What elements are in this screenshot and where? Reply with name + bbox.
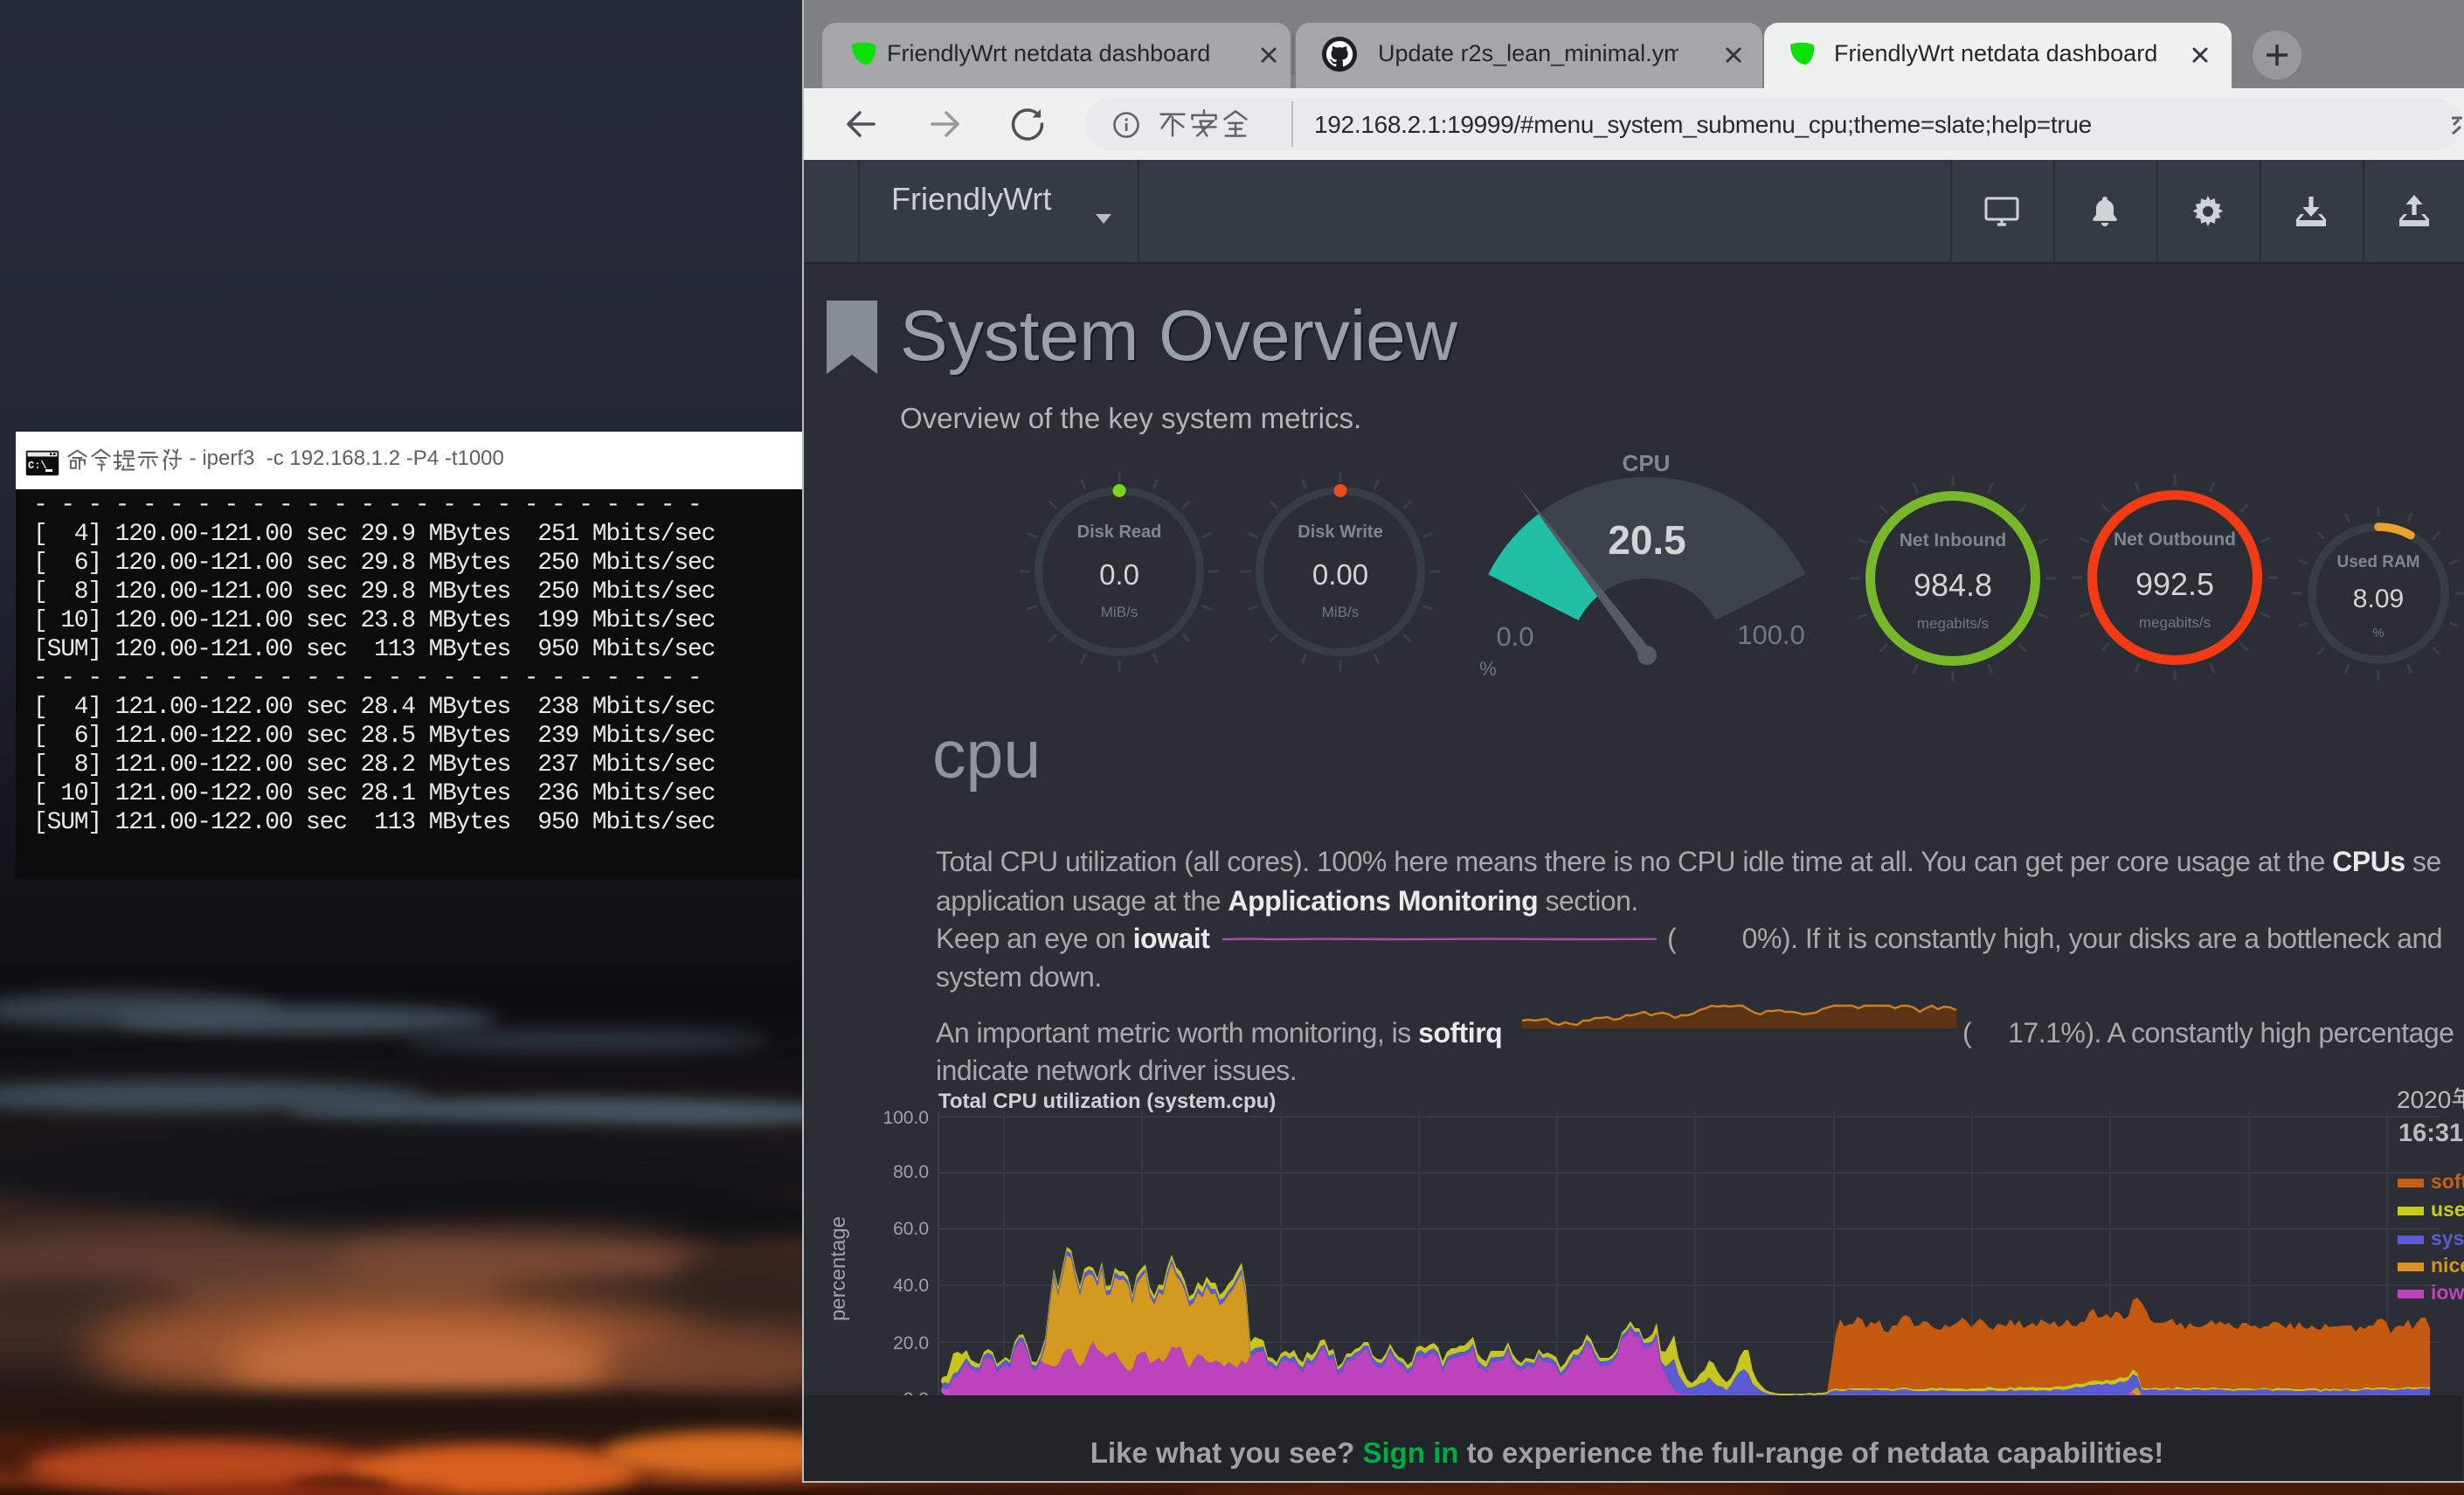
svg-text:Net Inbound: Net Inbound (1900, 530, 2006, 550)
svg-text:8.09: 8.09 (2353, 585, 2404, 613)
svg-text:100.0: 100.0 (1737, 619, 1805, 650)
svg-text:%: % (2372, 626, 2384, 640)
svg-text:20.5: 20.5 (1608, 517, 1686, 563)
svg-text:megabits/s: megabits/s (1917, 615, 1989, 632)
svg-text:Used RAM: Used RAM (2336, 553, 2419, 571)
svg-text:984.8: 984.8 (1914, 567, 1992, 603)
svg-text:Net Outbound: Net Outbound (2114, 529, 2236, 550)
svg-text:MiB/s: MiB/s (1322, 604, 1360, 620)
svg-text:0.0: 0.0 (1496, 621, 1533, 652)
svg-text:%: % (1479, 658, 1497, 680)
svg-text:0.00: 0.00 (1312, 558, 1368, 591)
svg-text:megabits/s: megabits/s (2139, 614, 2211, 631)
svg-text:Disk Write: Disk Write (1298, 523, 1382, 542)
svg-text:MiB/s: MiB/s (1101, 604, 1139, 620)
svg-text:CPU: CPU (1623, 450, 1671, 476)
svg-text:992.5: 992.5 (2135, 566, 2214, 602)
svg-text:Disk Read: Disk Read (1077, 523, 1162, 542)
svg-text:C:\: C:\ (28, 460, 47, 472)
svg-text:0.0: 0.0 (1099, 558, 1139, 591)
